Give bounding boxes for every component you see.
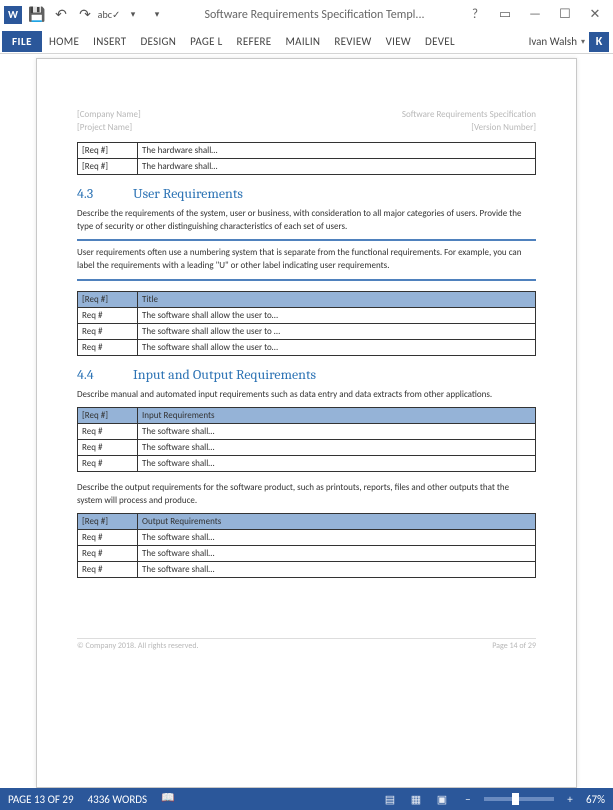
undo-icon[interactable]: ↶	[50, 4, 72, 26]
header-doc-title: Software Requirements Specification	[402, 109, 536, 122]
page-footer: © Company 2018. All rights reserved. Pag…	[77, 638, 536, 651]
header-version: [Version Number]	[402, 122, 536, 135]
section-heading-4-4[interactable]: 4.4Input and Output Requirements	[77, 366, 536, 383]
body-text[interactable]: Describe the output requirements for the…	[77, 482, 536, 507]
table-row: Req #The software shall allow the user t…	[78, 339, 536, 355]
window-title: Software Requirements Specification Temp…	[168, 8, 461, 22]
table-row: Req #The software shall…	[78, 440, 536, 456]
document-area[interactable]: [Company Name] [Project Name] Software R…	[0, 54, 613, 788]
hardware-table: [Req #]The hardware shall… [Req #]The ha…	[77, 142, 536, 175]
status-right: ▤ ▦ ▣ − + 67%	[380, 790, 605, 808]
zoom-slider[interactable]	[484, 797, 554, 801]
title-bar: W 💾 ↶ ↷ abc✓ ▾ ▾ Software Requirements S…	[0, 0, 613, 30]
tab-developer[interactable]: DEVEL	[418, 31, 462, 52]
header-project: [Project Name]	[77, 122, 141, 135]
table-row: Req #The software shall allow the user t…	[78, 323, 536, 339]
user-avatar[interactable]: K	[589, 32, 609, 52]
tab-view[interactable]: VIEW	[379, 31, 418, 52]
word-app-icon: W	[4, 6, 22, 24]
tab-design[interactable]: DESIGN	[133, 31, 183, 52]
note-box[interactable]: User requirements often use a numbering …	[77, 239, 536, 280]
table-row: Req #The software shall…	[78, 546, 536, 562]
header-company: [Company Name]	[77, 109, 141, 122]
zoom-thumb[interactable]	[512, 793, 519, 805]
maximize-icon[interactable]: ☐	[551, 4, 579, 26]
table-row: Req #The software shall allow the user t…	[78, 307, 536, 323]
tab-mailings[interactable]: MAILIN	[278, 31, 327, 52]
save-icon[interactable]: 💾	[26, 4, 48, 26]
tab-review[interactable]: REVIEW	[327, 31, 378, 52]
body-text[interactable]: Describe the requirements of the system,…	[77, 208, 536, 233]
table-header-row: [Req #]Output Requirements	[78, 514, 536, 530]
help-icon[interactable]: ?	[461, 4, 489, 26]
quick-access-toolbar: 💾 ↶ ↷ abc✓ ▾ ▾	[26, 4, 168, 26]
tab-insert[interactable]: INSERT	[86, 31, 133, 52]
minimize-icon[interactable]: —	[521, 4, 549, 26]
table-row: [Req #]The hardware shall…	[78, 143, 536, 159]
status-words[interactable]: 4336 WORDS	[88, 793, 148, 806]
zoom-in-icon[interactable]: +	[560, 790, 580, 808]
status-page[interactable]: PAGE 13 OF 29	[8, 793, 74, 806]
zoom-level[interactable]: 67%	[586, 793, 605, 806]
output-requirements-table: [Req #]Output Requirements Req #The soft…	[77, 513, 536, 578]
ribbon-options-icon[interactable]: ▭	[491, 4, 519, 26]
print-layout-icon[interactable]: ▦	[406, 790, 426, 808]
footer-copyright: © Company 2018. All rights reserved.	[77, 641, 199, 651]
input-requirements-table: [Req #]Input Requirements Req #The softw…	[77, 407, 536, 472]
redo-icon[interactable]: ↷	[74, 4, 96, 26]
read-mode-icon[interactable]: ▤	[380, 790, 400, 808]
spellcheck-icon[interactable]: abc✓	[98, 4, 120, 26]
proofing-icon[interactable]: 📖	[161, 791, 177, 807]
body-text[interactable]: Describe manual and automated input requ…	[77, 389, 536, 402]
table-row: Req #The software shall…	[78, 530, 536, 546]
user-requirements-table: [Req #]Title Req #The software shall all…	[77, 291, 536, 356]
section-heading-4-3[interactable]: 4.3User Requirements	[77, 185, 536, 202]
qat-more-icon[interactable]: ▾	[122, 4, 144, 26]
table-header-row: [Req #]Title	[78, 291, 536, 307]
page: [Company Name] [Project Name] Software R…	[36, 58, 577, 788]
customize-qat-icon[interactable]: ▾	[146, 4, 168, 26]
close-icon[interactable]: ✕	[581, 4, 609, 26]
ribbon-tabs: FILE HOME INSERT DESIGN PAGE L REFERE MA…	[0, 30, 613, 54]
tab-references[interactable]: REFERE	[230, 31, 279, 52]
table-header-row: [Req #]Input Requirements	[78, 408, 536, 424]
user-area[interactable]: Ivan Walsh ▾ K	[529, 32, 611, 52]
user-name: Ivan Walsh	[529, 35, 577, 48]
table-row: [Req #]The hardware shall…	[78, 159, 536, 175]
status-bar: PAGE 13 OF 29 4336 WORDS 📖 ▤ ▦ ▣ − + 67%	[0, 788, 613, 810]
footer-page-num: Page 14 of 29	[492, 641, 536, 651]
table-row: Req #The software shall…	[78, 424, 536, 440]
chevron-down-icon: ▾	[581, 37, 585, 47]
tab-page-layout[interactable]: PAGE L	[183, 31, 229, 52]
tab-home[interactable]: HOME	[42, 31, 86, 52]
zoom-out-icon[interactable]: −	[458, 790, 478, 808]
page-header: [Company Name] [Project Name] Software R…	[77, 109, 536, 134]
window-controls: ? ▭ — ☐ ✕	[461, 4, 609, 26]
file-tab[interactable]: FILE	[2, 31, 42, 52]
table-row: Req #The software shall…	[78, 562, 536, 578]
table-row: Req #The software shall…	[78, 456, 536, 472]
web-layout-icon[interactable]: ▣	[432, 790, 452, 808]
